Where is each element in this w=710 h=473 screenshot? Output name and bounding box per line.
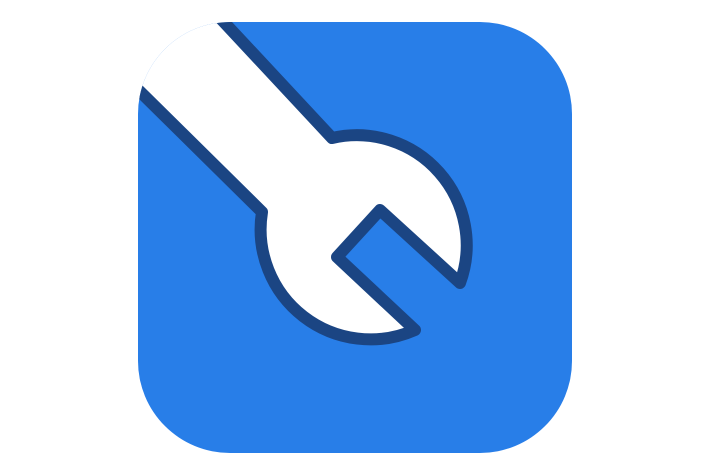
canvas: [0, 0, 710, 473]
app-icon[interactable]: [0, 0, 710, 473]
